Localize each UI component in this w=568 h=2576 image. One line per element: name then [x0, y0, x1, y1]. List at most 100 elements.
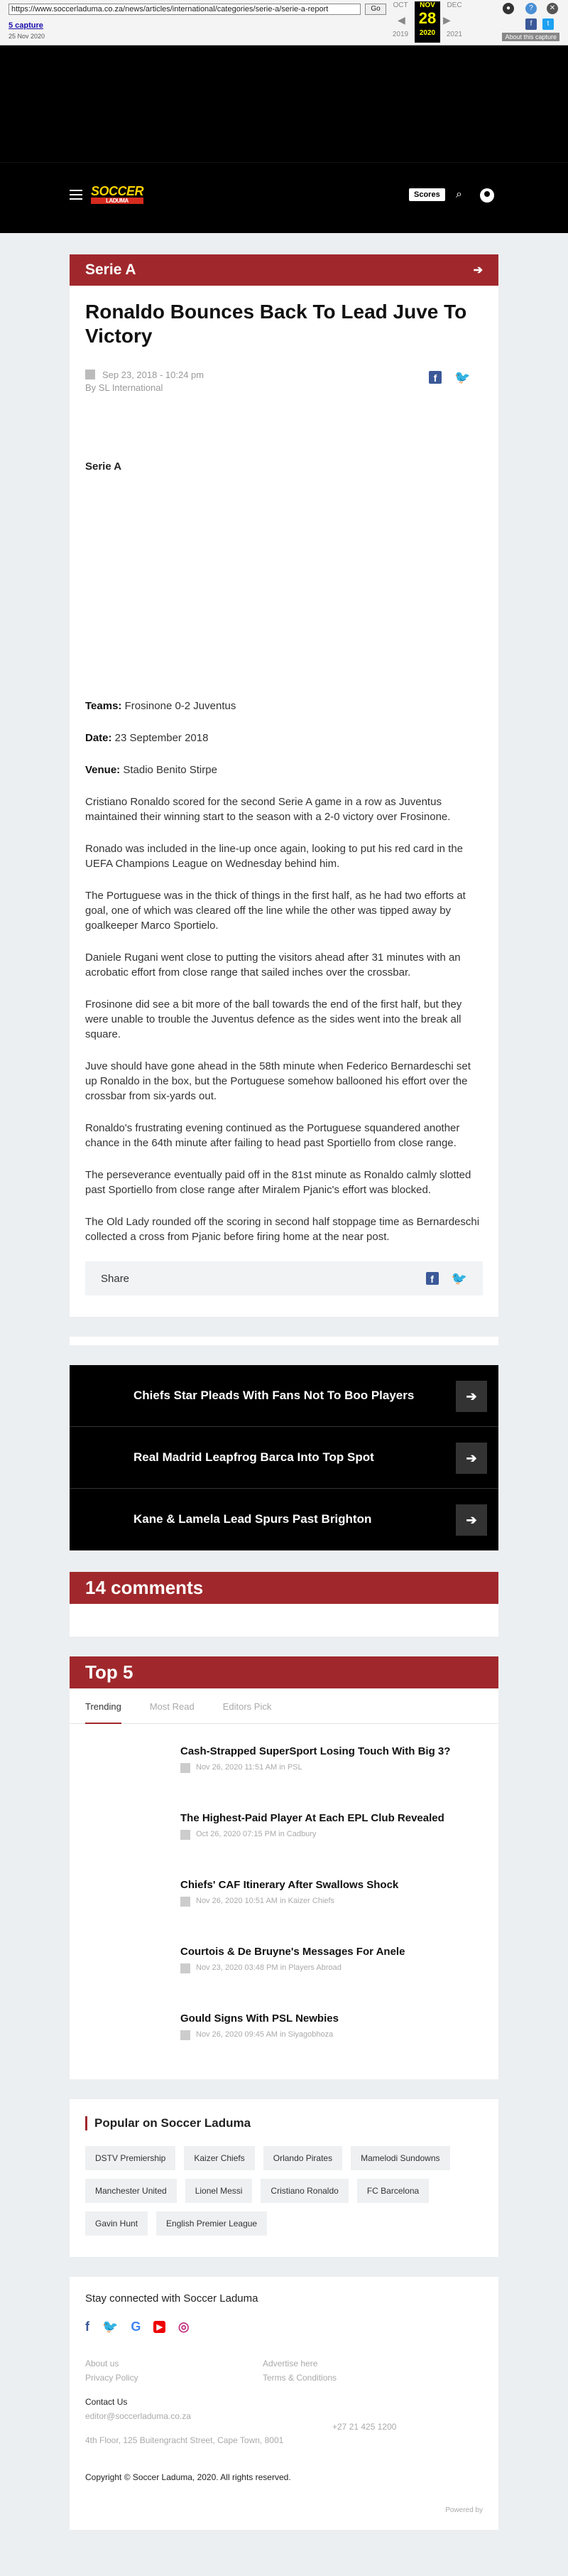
user-icon[interactable]: ● — [503, 3, 514, 14]
youtube-icon[interactable]: ▶ — [153, 2320, 165, 2333]
comments-bar[interactable]: 14 comments — [70, 1572, 498, 1604]
article-title: Ronaldo Bounces Back To Lead Juve To Vic… — [85, 301, 467, 347]
contact-email[interactable]: editor@soccerladuma.co.za — [85, 2411, 483, 2421]
paragraph: Daniele Rugani went close to putting the… — [85, 952, 461, 979]
tag-chip[interactable]: Mamelodi Sundowns — [351, 2146, 450, 2170]
instagram-icon[interactable]: ◎ — [178, 2319, 190, 2334]
venue-line: Venue: Stadio Benito Stirpe — [85, 764, 217, 776]
tag-chip[interactable]: Lionel Messi — [185, 2179, 253, 2203]
popular-tags: DSTV Premiership Kaizer Chiefs Orlando P… — [85, 2146, 483, 2236]
tag-chip[interactable]: Kaizer Chiefs — [184, 2146, 255, 2170]
list-item[interactable]: Gould Signs With PSL Newbies Nov 26, 2020… — [70, 1991, 498, 2058]
arrow-right-icon[interactable]: ➔ — [456, 1381, 487, 1412]
tag-chip[interactable]: Cristiano Ronaldo — [261, 2179, 349, 2203]
list-item[interactable]: Chiefs' CAF Itinerary After Swallows Sho… — [70, 1858, 498, 1924]
about-capture[interactable]: About this capture — [502, 33, 559, 41]
paragraph: Juve should have gone ahead in the 58th … — [85, 1060, 471, 1102]
calendar-icon — [85, 370, 95, 379]
arrow-right-icon[interactable]: ➔ — [456, 1504, 487, 1536]
share-label: Share — [101, 1272, 130, 1285]
facebook-share-icon[interactable]: f — [429, 371, 442, 384]
tag-chip[interactable]: Gavin Hunt — [85, 2211, 148, 2236]
twitter-share-icon[interactable]: 🐦 — [452, 1271, 467, 1286]
paragraph: The Old Lady rounded off the scoring in … — [85, 1216, 480, 1243]
captures-link[interactable]: 5 capture — [9, 21, 43, 30]
scores-button[interactable]: Scores — [409, 188, 445, 201]
related-article[interactable]: Real Madrid Leapfrog Barca Into Top Spot… — [70, 1427, 498, 1489]
twitter-icon[interactable]: t — [542, 18, 554, 30]
paragraph: Cristiano Ronaldo scored for the second … — [85, 796, 451, 823]
related-article[interactable]: Chiefs Star Pleads With Fans Not To Boo … — [70, 1365, 498, 1427]
account-icon[interactable] — [480, 188, 494, 203]
menu-icon[interactable] — [70, 190, 82, 200]
list-item[interactable]: Cash-Strapped SuperSport Losing Touch Wi… — [70, 1724, 498, 1791]
twitter-icon[interactable]: 🐦 — [102, 2319, 118, 2334]
advertise-link[interactable]: Advertise here — [263, 2359, 440, 2368]
tag-chip[interactable]: English Premier League — [156, 2211, 268, 2236]
wayback-toolbar: https://www.soccerladuma.co.za/news/arti… — [0, 0, 568, 45]
prev-month[interactable]: OCT 2019 — [388, 1, 413, 38]
teams-line: Teams: Frosinone 0-2 Juventus — [85, 700, 236, 712]
tag-chip[interactable]: DSTV Premiership — [85, 2146, 176, 2170]
contact-phone[interactable]: +27 21 425 1200 — [332, 2422, 396, 2432]
capture-date: 25 Nov 2020 — [9, 33, 45, 40]
media-placeholder — [85, 473, 483, 699]
copyright: Copyright © Soccer Laduma, 2020. All rig… — [85, 2472, 291, 2482]
tab-editors-pick[interactable]: Editors Pick — [223, 1697, 272, 1723]
popular-title: Popular on Soccer Laduma — [85, 2116, 483, 2130]
current-month: NOV 28 2020 — [415, 1, 440, 43]
social-links: f 🐦 G ▶ ◎ — [85, 2316, 483, 2337]
site-logo[interactable]: SOCCER LADUMA — [91, 184, 144, 204]
comments-area — [70, 1604, 498, 1637]
google-icon[interactable]: G — [131, 2319, 141, 2334]
tag-chip[interactable]: FC Barcelona — [356, 2179, 430, 2203]
section-title: Serie A — [85, 262, 136, 278]
next-arrow-icon[interactable]: ▶ — [443, 14, 451, 26]
paragraph: Ronado was included in the line-up once … — [85, 843, 464, 870]
facebook-icon[interactable]: f — [525, 18, 537, 30]
top5-tabs: Trending Most Read Editors Pick — [70, 1688, 498, 1724]
terms-link[interactable]: Terms & Conditions — [263, 2373, 440, 2383]
article-date: Sep 23, 2018 - 10:24 pm — [102, 370, 204, 380]
popular-section: Popular on Soccer Laduma DSTV Premiershi… — [70, 2099, 498, 2257]
search-icon[interactable]: ⌕ — [456, 188, 462, 201]
tag-chip[interactable]: Manchester United — [85, 2179, 177, 2203]
tab-most-read[interactable]: Most Read — [150, 1697, 195, 1723]
powered-by: Powered by — [445, 2506, 483, 2514]
arrow-right-icon[interactable]: ➔ — [456, 1443, 487, 1474]
twitter-share-icon[interactable]: 🐦 — [454, 371, 470, 384]
go-button[interactable]: Go — [365, 4, 386, 15]
chevron-right-icon: ➔ — [473, 264, 483, 276]
list-item[interactable]: Courtois & De Bruyne's Messages For Anel… — [70, 1924, 498, 1991]
article-body: Ronaldo Bounces Back To Lead Juve To Vic… — [70, 286, 498, 1317]
tab-trending[interactable]: Trending — [85, 1697, 121, 1724]
privacy-link[interactable]: Privacy Policy — [85, 2373, 263, 2383]
contact-heading: Contact Us — [85, 2397, 128, 2407]
ad-space — [0, 45, 568, 162]
related-articles: Chiefs Star Pleads With Fans Not To Boo … — [70, 1365, 498, 1551]
facebook-icon[interactable]: f — [85, 2319, 89, 2334]
address: 4th Floor, 125 Buitengracht Street, Cape… — [85, 2435, 284, 2445]
article-sublabel: Serie A — [85, 460, 122, 473]
tag-chip[interactable]: Orlando Pirates — [263, 2146, 343, 2170]
site-header: SOCCER LADUMA Scores ⌕ — [0, 162, 568, 233]
paragraph: The Portuguese was in the thick of thing… — [85, 890, 466, 932]
article-meta: Sep 23, 2018 - 10:24 pm By SL Internatio… — [85, 368, 483, 404]
help-icon[interactable]: ? — [525, 3, 537, 14]
stay-connected: Stay connected with Soccer Laduma — [85, 2292, 258, 2305]
paragraph: Ronaldo's frustrating evening continued … — [85, 1122, 460, 1149]
paragraph: The perseverance eventually paid off in … — [85, 1169, 471, 1196]
close-icon[interactable]: ✕ — [547, 3, 558, 14]
paragraph: Frosinone did see a bit more of the ball… — [85, 998, 462, 1040]
related-article[interactable]: Kane & Lamela Lead Spurs Past Brighton ➔ — [70, 1489, 498, 1551]
facebook-share-icon[interactable]: f — [425, 1272, 439, 1285]
share-box: Share f 🐦 — [85, 1261, 483, 1295]
about-link[interactable]: About us — [85, 2359, 263, 2368]
date-line: Date: 23 September 2018 — [85, 732, 209, 744]
section-bar[interactable]: Serie A ➔ — [70, 254, 498, 286]
article-wrapper: Serie A ➔ Ronaldo Bounces Back To Lead J… — [70, 254, 498, 2550]
url-field[interactable]: https://www.soccerladuma.co.za/news/arti… — [9, 4, 361, 15]
top5-panel: Trending Most Read Editors Pick Cash-Str… — [70, 1688, 498, 2079]
list-item[interactable]: The Highest-Paid Player At Each EPL Club… — [70, 1791, 498, 1858]
article-byline: By SL International — [85, 382, 163, 393]
